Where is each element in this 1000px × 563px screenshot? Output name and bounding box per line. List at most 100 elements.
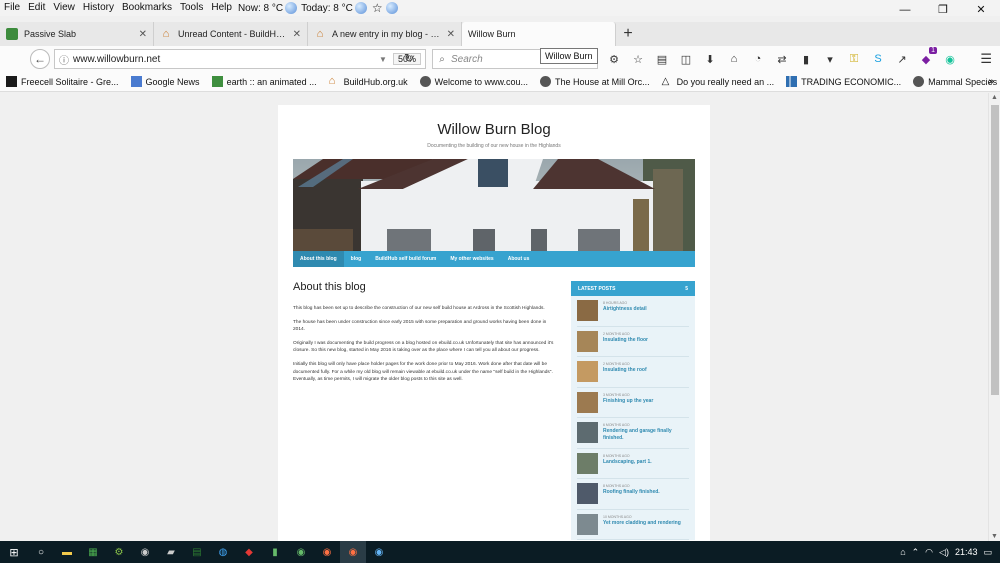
bookmark-item[interactable]: Freecell Solitaire - Gre... (0, 76, 125, 87)
latest-post-item[interactable]: 2 MONTHS AGO Insulating the roof (577, 357, 689, 388)
app-icon[interactable]: ◆ (236, 541, 262, 563)
close-window-icon[interactable]: ✕ (962, 0, 1000, 20)
post-link[interactable]: Airtightness detail (603, 306, 647, 313)
nav-my-other-websites[interactable]: My other websites (443, 251, 500, 267)
clock-time[interactable]: 21:43 (955, 547, 978, 557)
browser-icon[interactable]: ◉ (366, 541, 392, 563)
scroll-down-icon[interactable]: ▼ (991, 533, 998, 540)
sync-icon[interactable]: ⇄ (772, 49, 792, 69)
app-icon[interactable]: ◉ (132, 541, 158, 563)
chevron-right-icon[interactable]: » (988, 76, 994, 87)
latest-post-item[interactable]: 8 MONTHS AGO Roofing finally finished. (577, 479, 689, 510)
menu-help[interactable]: Help (207, 0, 236, 16)
pocket-icon[interactable]: ◫ (676, 49, 696, 69)
back-button[interactable]: ← (30, 49, 50, 69)
download-icon[interactable]: ⬇ (700, 49, 720, 69)
page-scrollbar[interactable]: ▲ ▼ (988, 93, 1000, 541)
chevron-up-icon[interactable]: ⌃ (912, 547, 920, 558)
app-icon[interactable]: ▰ (158, 541, 184, 563)
spreadsheet-icon[interactable]: ▤ (184, 541, 210, 563)
app-icon[interactable]: ◍ (210, 541, 236, 563)
firefox-icon[interactable]: ◉ (314, 541, 340, 563)
scrollbar-thumb[interactable] (991, 105, 999, 395)
chrome-icon[interactable]: ◉ (288, 541, 314, 563)
minimize-icon[interactable]: — (886, 0, 924, 20)
menu-history[interactable]: History (79, 0, 118, 16)
post-thumbnail[interactable] (577, 422, 598, 443)
tab-passive-slab[interactable]: Passive Slab ✕ (0, 22, 154, 46)
people-icon[interactable]: ⌂ (900, 547, 905, 557)
info-icon[interactable]: ⓘ (55, 52, 73, 67)
post-thumbnail[interactable] (577, 483, 598, 504)
file-explorer-icon[interactable]: ▬ (54, 541, 80, 563)
tab-unread-content[interactable]: ⌂ Unread Content - BuildHub.org.uk ✕ (154, 22, 308, 46)
bookmark-item[interactable]: Mammal Species of th... (907, 76, 1000, 87)
close-tab-icon[interactable]: ✕ (139, 29, 147, 40)
cortana-icon[interactable]: ○ (28, 541, 54, 563)
app-icon[interactable]: ▮ (262, 541, 288, 563)
globe-icon[interactable] (385, 2, 398, 14)
menu-view[interactable]: View (49, 0, 79, 16)
bookmark-item[interactable]: The House at Mill Orc... (534, 76, 656, 87)
notifications-icon[interactable]: ▭ (983, 547, 992, 558)
latest-post-item[interactable]: 8 HOURS AGO Airtightness detail (577, 296, 689, 327)
trash-icon[interactable]: ▮ (796, 49, 816, 69)
bookmark-item[interactable]: ⌂ BuildHub.org.uk (323, 76, 414, 87)
post-thumbnail[interactable] (577, 361, 598, 382)
star-icon[interactable]: ☆ (369, 1, 386, 15)
notification-icon[interactable]: ◆ 1 (916, 47, 937, 69)
bookmark-item[interactable]: earth :: an animated ... (206, 76, 323, 87)
post-link[interactable]: Insulating the roof (603, 367, 647, 374)
latest-post-item[interactable]: 8 MONTHS AGO Landscaping, part 1. (577, 449, 689, 479)
home-icon[interactable]: ⌂ (724, 49, 744, 69)
close-tab-icon[interactable]: ✕ (293, 29, 301, 40)
key-icon[interactable]: ⚿ (844, 49, 864, 69)
tab-new-entry[interactable]: ⌂ A new entry in my blog - General ✕ (308, 22, 462, 46)
menu-tools[interactable]: Tools (176, 0, 207, 16)
app-icon[interactable]: ⚙ (106, 541, 132, 563)
weather-today[interactable]: Today: 8 °C (299, 2, 369, 14)
latest-post-item[interactable]: 10 MONTHS AGO Yet more cladding and rende… (577, 510, 689, 540)
volume-icon[interactable]: ◁) (939, 547, 949, 558)
maximize-icon[interactable]: ❐ (924, 0, 962, 20)
nav-about-this-blog[interactable]: About this blog (293, 251, 344, 267)
history-icon[interactable]: ◔ (748, 49, 768, 69)
post-link[interactable]: Finishing up the year (603, 398, 653, 405)
bookmark-item[interactable]: Google News (125, 76, 206, 87)
weather-now[interactable]: Now: 8 °C (236, 2, 299, 14)
post-link[interactable]: Yet more cladding and rendering (603, 520, 681, 527)
latest-post-item[interactable]: 6 MONTHS AGO Rendering and garage finally… (577, 418, 689, 449)
bookmark-item[interactable]: TRADING ECONOMIC... (780, 76, 907, 87)
post-link[interactable]: Insulating the floor (603, 337, 648, 344)
url-bar[interactable]: ⓘ www.willowburn.net ▼ 50% (54, 49, 426, 69)
reload-icon[interactable]: ↻ (404, 51, 414, 65)
bookmark-item[interactable]: △ Do you really need an ... (656, 76, 781, 87)
latest-post-item[interactable]: 2 MONTHS AGO Insulating the floor (577, 327, 689, 357)
close-tab-icon[interactable]: ✕ (447, 29, 455, 40)
post-thumbnail[interactable] (577, 452, 598, 474)
nav-blog[interactable]: blog (344, 251, 369, 267)
share-icon[interactable]: ↗ (892, 49, 912, 69)
chevron-down-icon[interactable]: ▼ (379, 55, 393, 64)
bookmark-item[interactable]: Welcome to www.cou... (414, 76, 534, 87)
post-link[interactable]: Rendering and garage finally finished. (603, 428, 689, 441)
menu-file[interactable]: File (0, 0, 24, 16)
new-tab-button[interactable]: + (616, 22, 640, 46)
reading-list-icon[interactable]: ▤ (652, 49, 672, 69)
more-tools-icon[interactable]: ▾ (820, 49, 840, 69)
post-thumbnail[interactable] (577, 391, 598, 413)
post-thumbnail[interactable] (577, 330, 598, 352)
menu-bookmarks[interactable]: Bookmarks (118, 0, 176, 16)
post-link[interactable]: Landscaping, part 1. (603, 459, 652, 466)
nav-about-us[interactable]: About us (501, 251, 537, 267)
grammarly-icon[interactable]: ◉ (940, 49, 960, 69)
network-icon[interactable]: ◠ (925, 547, 933, 558)
latest-post-item[interactable]: 3 MONTHS AGO Finishing up the year (577, 388, 689, 418)
firefox-active-icon[interactable]: ◉ (340, 541, 366, 563)
menu-edit[interactable]: Edit (24, 0, 49, 16)
post-thumbnail[interactable] (577, 513, 598, 535)
post-thumbnail[interactable] (577, 300, 598, 321)
skype-icon[interactable]: S (868, 49, 888, 69)
scroll-up-icon[interactable]: ▲ (991, 94, 998, 101)
nav-buildhub-forum[interactable]: BuildHub self build forum (368, 251, 443, 267)
